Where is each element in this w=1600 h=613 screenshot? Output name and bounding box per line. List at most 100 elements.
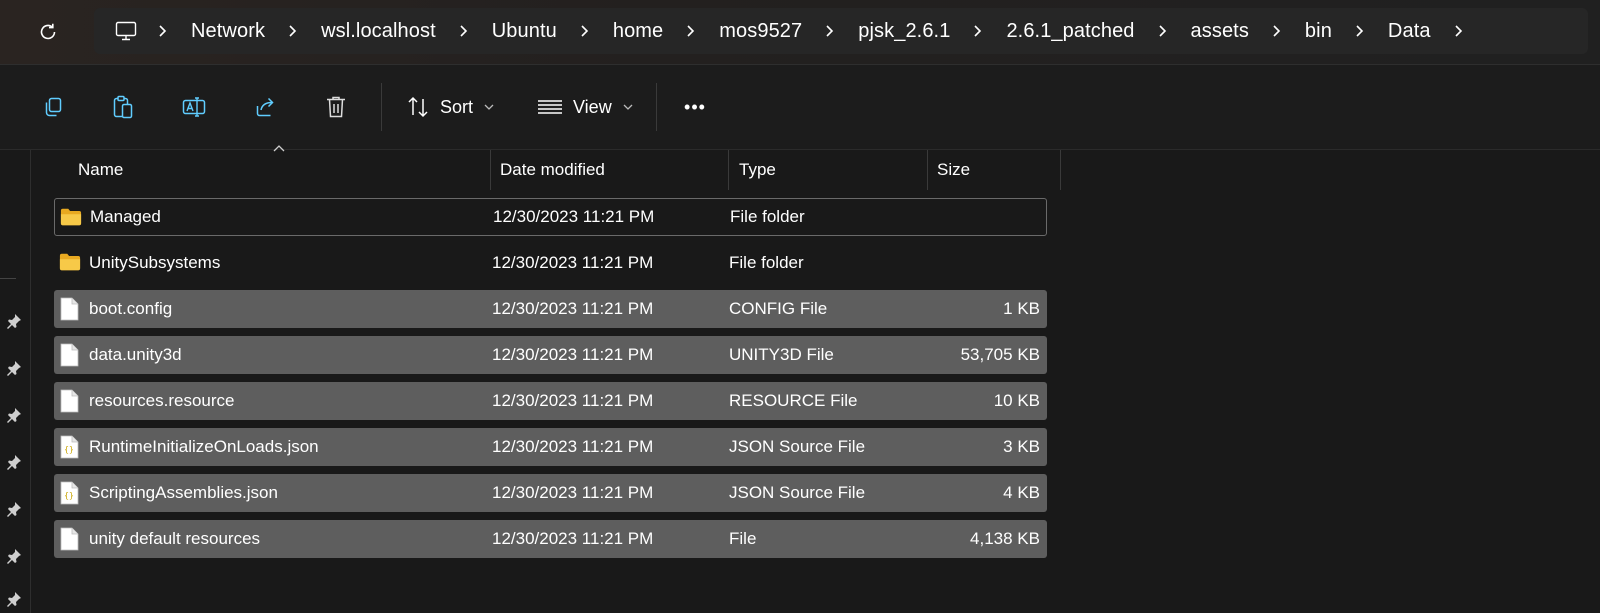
file-date: 12/30/2023 11:21 PM — [492, 483, 654, 502]
file-row[interactable]: resources.resource 12/30/2023 11:21 PM R… — [54, 382, 1047, 420]
pin-icon[interactable] — [5, 453, 23, 471]
toolbar-divider — [381, 83, 382, 131]
sort-label: Sort — [440, 96, 474, 117]
this-pc-icon[interactable] — [114, 19, 138, 43]
view-menu-button[interactable]: View — [537, 87, 634, 127]
file-date: 12/30/2023 11:21 PM — [492, 391, 654, 410]
file-name: resources.resource — [89, 391, 235, 410]
delete-button[interactable] — [316, 87, 356, 127]
breadcrumb-item[interactable]: 2.6.1_patched — [993, 20, 1147, 43]
sort-icon — [408, 96, 428, 118]
nav-divider — [0, 278, 16, 279]
breadcrumb-chevron-icon[interactable] — [815, 24, 845, 38]
navigation-pane[interactable] — [0, 150, 31, 613]
file-name: RuntimeInitializeOnLoads.json — [89, 437, 319, 456]
paste-button[interactable] — [103, 87, 143, 127]
column-header-name[interactable]: Name — [54, 145, 491, 190]
breadcrumb-item[interactable]: bin — [1292, 20, 1345, 43]
file-date: 12/30/2023 11:21 PM — [493, 207, 655, 226]
column-header-type[interactable]: Type — [729, 150, 928, 190]
file-type: JSON Source File — [729, 437, 866, 456]
column-headers: Name Date modified Type Size — [54, 145, 1061, 190]
rename-button[interactable] — [174, 87, 214, 127]
svg-text:{}: {} — [64, 491, 74, 500]
refresh-button[interactable] — [32, 16, 64, 48]
breadcrumb-chevron-icon[interactable] — [1148, 24, 1178, 38]
list-view-icon — [538, 100, 562, 114]
file-name: Managed — [90, 207, 161, 226]
pin-icon[interactable] — [5, 590, 23, 608]
file-row[interactable]: {} ScriptingAssemblies.json 12/30/2023 1… — [54, 474, 1047, 512]
file-name: unity default resources — [89, 529, 261, 548]
file-name: data.unity3d — [89, 345, 182, 364]
json-file-icon: {} — [59, 481, 81, 505]
file-row[interactable]: Managed 12/30/2023 11:21 PM File folder — [54, 198, 1047, 236]
address-bar-row: Network wsl.localhost Ubuntu home mos9527 pjs… — [0, 0, 1600, 65]
svg-text:{}: {} — [64, 445, 74, 454]
breadcrumb-item[interactable]: assets — [1178, 20, 1262, 43]
file-size: 4 KB — [1003, 483, 1040, 502]
share-button[interactable] — [245, 87, 285, 127]
file-icon — [59, 343, 81, 367]
breadcrumb-item[interactable]: home — [600, 20, 676, 43]
copy-button[interactable] — [33, 87, 73, 127]
column-header-type-label: Type — [739, 160, 776, 179]
breadcrumb[interactable]: Network wsl.localhost Ubuntu home mos9527 pjs… — [94, 8, 1588, 54]
toolbar-divider — [656, 83, 657, 131]
pin-icon[interactable] — [5, 547, 23, 565]
file-type: UNITY3D File — [729, 345, 834, 364]
breadcrumb-chevron-icon[interactable] — [676, 24, 706, 38]
column-header-date[interactable]: Date modified — [491, 150, 729, 190]
paste-icon — [113, 95, 133, 119]
file-name: UnitySubsystems — [89, 253, 221, 272]
more-options-button[interactable]: ••• — [675, 87, 715, 127]
breadcrumb-item[interactable]: mos9527 — [706, 20, 815, 43]
breadcrumb-chevron-icon[interactable] — [963, 24, 993, 38]
breadcrumb-chevron-icon[interactable] — [1262, 24, 1292, 38]
column-header-name-label: Name — [78, 160, 124, 179]
file-row[interactable]: UnitySubsystems 12/30/2023 11:21 PM File… — [54, 244, 1047, 282]
copy-icon — [45, 97, 62, 117]
file-type: File — [729, 529, 757, 548]
pin-icon[interactable] — [5, 359, 23, 377]
file-name: boot.config — [89, 299, 173, 318]
file-type: File folder — [729, 253, 804, 272]
column-header-size-label: Size — [937, 160, 971, 179]
breadcrumb-item[interactable]: Ubuntu — [479, 20, 570, 43]
file-row[interactable]: data.unity3d 12/30/2023 11:21 PM UNITY3D… — [54, 336, 1047, 374]
breadcrumb-item[interactable]: wsl.localhost — [308, 20, 449, 43]
file-row[interactable]: unity default resources 12/30/2023 11:21… — [54, 520, 1047, 558]
file-type: CONFIG File — [729, 299, 828, 318]
breadcrumb-chevron-icon[interactable] — [1444, 24, 1474, 38]
file-row[interactable]: boot.config 12/30/2023 11:21 PM CONFIG F… — [54, 290, 1047, 328]
file-date: 12/30/2023 11:21 PM — [492, 529, 654, 548]
command-bar: Sort View ••• — [0, 65, 1600, 150]
file-date: 12/30/2023 11:21 PM — [492, 437, 654, 456]
sort-menu-button[interactable]: Sort — [406, 87, 495, 127]
breadcrumb-chevron-icon[interactable] — [1345, 24, 1375, 38]
file-list: Managed 12/30/2023 11:21 PM File folder … — [54, 198, 1047, 566]
json-file-icon: {} — [59, 435, 81, 459]
breadcrumb-chevron-icon[interactable] — [570, 24, 600, 38]
file-size: 3 KB — [1003, 437, 1040, 456]
column-header-size[interactable]: Size — [928, 150, 1061, 190]
file-date: 12/30/2023 11:21 PM — [492, 345, 654, 364]
file-name: ScriptingAssemblies.json — [89, 483, 278, 502]
file-size: 53,705 KB — [960, 345, 1040, 364]
pin-icon[interactable] — [5, 406, 23, 424]
file-size: 1 KB — [1003, 299, 1040, 318]
refresh-icon — [40, 23, 56, 40]
chevron-down-icon — [623, 104, 633, 110]
pin-icon[interactable] — [5, 500, 23, 518]
file-icon — [59, 389, 81, 413]
sort-ascending-icon — [273, 145, 285, 152]
rename-icon — [182, 97, 206, 117]
breadcrumb-item[interactable]: Network — [178, 20, 278, 43]
pin-icon[interactable] — [5, 312, 23, 330]
breadcrumb-chevron-icon[interactable] — [449, 24, 479, 38]
breadcrumb-item[interactable]: pjsk_2.6.1 — [845, 20, 963, 43]
breadcrumb-item[interactable]: Data — [1375, 20, 1444, 43]
breadcrumb-chevron-icon[interactable] — [278, 24, 308, 38]
file-row[interactable]: {} RuntimeInitializeOnLoads.json 12/30/2… — [54, 428, 1047, 466]
breadcrumb-chevron-icon[interactable] — [148, 24, 178, 38]
